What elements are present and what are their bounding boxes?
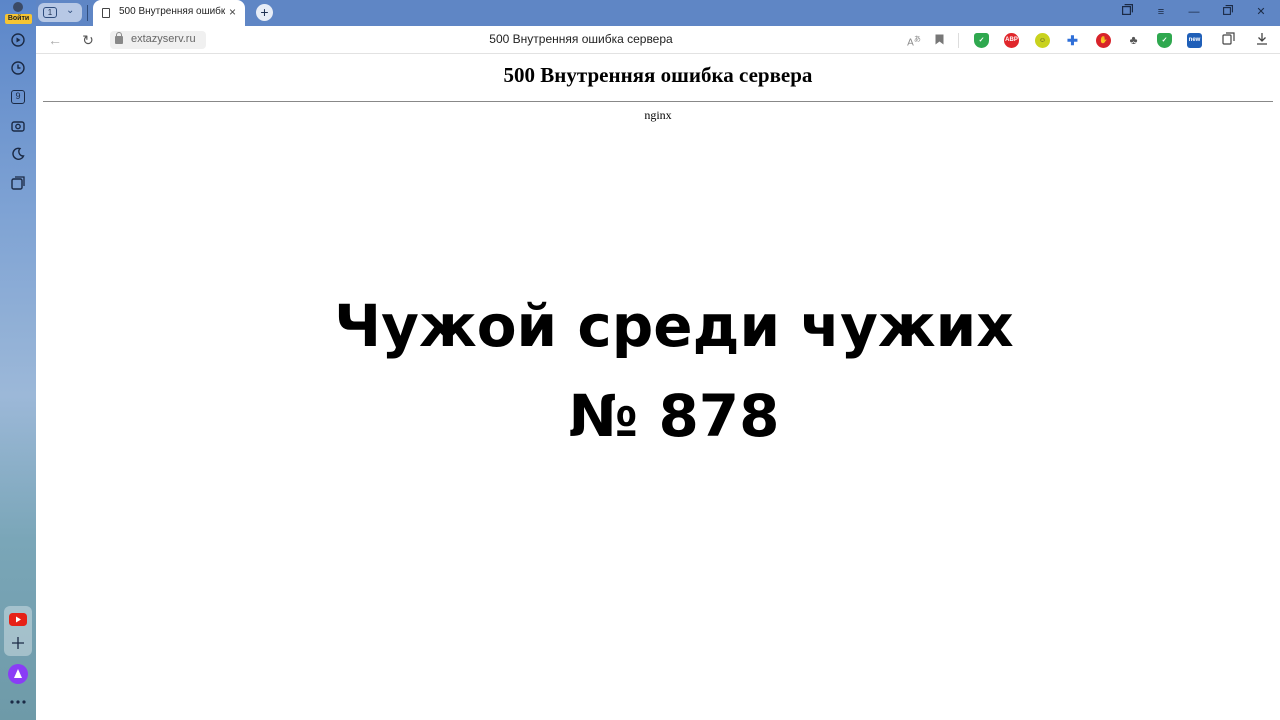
reload-icon[interactable]: ↻ bbox=[79, 31, 97, 49]
play-circle-icon[interactable] bbox=[6, 28, 30, 52]
error-heading: 500 Внутренняя ошибка сервера bbox=[503, 63, 813, 87]
collections-toolbar-icon[interactable] bbox=[1219, 31, 1237, 49]
tabs-overview-icon[interactable] bbox=[1117, 3, 1137, 21]
bookmark-icon[interactable] bbox=[930, 31, 948, 49]
login-button[interactable]: Войти bbox=[5, 2, 32, 24]
adblock-hand-icon[interactable]: ✋ bbox=[1096, 33, 1111, 48]
close-tab-icon[interactable]: × bbox=[229, 5, 236, 19]
tree-icon[interactable]: ♣ bbox=[1126, 33, 1141, 48]
address-bar: ← ↻ extazyserv.ru 500 Внутренняя ошибка … bbox=[36, 26, 1280, 54]
user-avatar-icon bbox=[13, 2, 23, 12]
page-content: 500 Внутренняя ошибка сервера nginx Чужо… bbox=[36, 55, 1280, 720]
browser-sidebar: Войти 9 bbox=[0, 0, 36, 720]
headline-line-2: № 878 bbox=[568, 382, 780, 450]
screenshot-camera-icon[interactable] bbox=[6, 114, 30, 138]
smiley-icon[interactable]: ☺ bbox=[1035, 33, 1050, 48]
collections-icon[interactable] bbox=[6, 171, 30, 195]
toolbar-divider bbox=[958, 33, 959, 48]
shield-check-icon[interactable]: ✓ bbox=[974, 33, 989, 48]
tab-divider bbox=[87, 5, 88, 21]
more-dots-icon[interactable] bbox=[6, 690, 30, 714]
alice-assistant-icon[interactable] bbox=[6, 662, 30, 686]
lock-icon bbox=[115, 32, 123, 44]
new-tab-button[interactable]: + bbox=[256, 4, 273, 21]
server-signature: nginx bbox=[644, 108, 672, 122]
site-info-chip[interactable]: extazyserv.ru bbox=[110, 31, 206, 49]
adblock-plus-icon[interactable]: ABP bbox=[1004, 33, 1019, 48]
document-icon bbox=[102, 8, 110, 18]
download-icon[interactable] bbox=[1253, 31, 1271, 49]
chevron-down-icon: ⌄ bbox=[66, 5, 75, 16]
restore-icon[interactable] bbox=[1218, 3, 1238, 21]
address-page-title[interactable]: 500 Внутренняя ошибка сервера bbox=[436, 32, 726, 46]
horizontal-rule bbox=[43, 101, 1273, 102]
login-label: Войти bbox=[5, 14, 32, 24]
close-window-icon[interactable]: ✕ bbox=[1251, 3, 1271, 21]
tab-count: 1 bbox=[43, 7, 57, 18]
headline-line-1: Чужой среди чужих bbox=[334, 292, 1014, 360]
add-icon[interactable] bbox=[6, 631, 30, 655]
site-domain: extazyserv.ru bbox=[131, 33, 196, 45]
tab-counter-button[interactable]: 1 ⌄ bbox=[38, 3, 82, 22]
youtube-icon[interactable] bbox=[6, 607, 30, 631]
tab-title: 500 Внутренняя ошибка сервера bbox=[119, 6, 225, 17]
counter-label: 9 bbox=[11, 90, 25, 104]
news-icon[interactable]: new bbox=[1187, 33, 1202, 48]
tab-strip: 1 ⌄ 500 Внутренняя ошибка сервера × + ≡ … bbox=[36, 0, 1280, 26]
translate-icon[interactable]: Aあ bbox=[905, 31, 923, 49]
history-clock-icon[interactable] bbox=[6, 56, 30, 80]
shield-check-icon-2[interactable]: ✓ bbox=[1157, 33, 1172, 48]
puzzle-extension-icon[interactable]: ✚ bbox=[1065, 33, 1080, 48]
night-mode-moon-icon[interactable] bbox=[6, 142, 30, 166]
menu-icon[interactable]: ≡ bbox=[1151, 3, 1171, 21]
back-arrow-icon[interactable]: ← bbox=[46, 31, 64, 49]
active-tab[interactable]: 500 Внутренняя ошибка сервера × bbox=[93, 0, 245, 26]
minimize-icon[interactable]: — bbox=[1184, 3, 1204, 21]
counter-icon[interactable]: 9 bbox=[6, 85, 30, 109]
